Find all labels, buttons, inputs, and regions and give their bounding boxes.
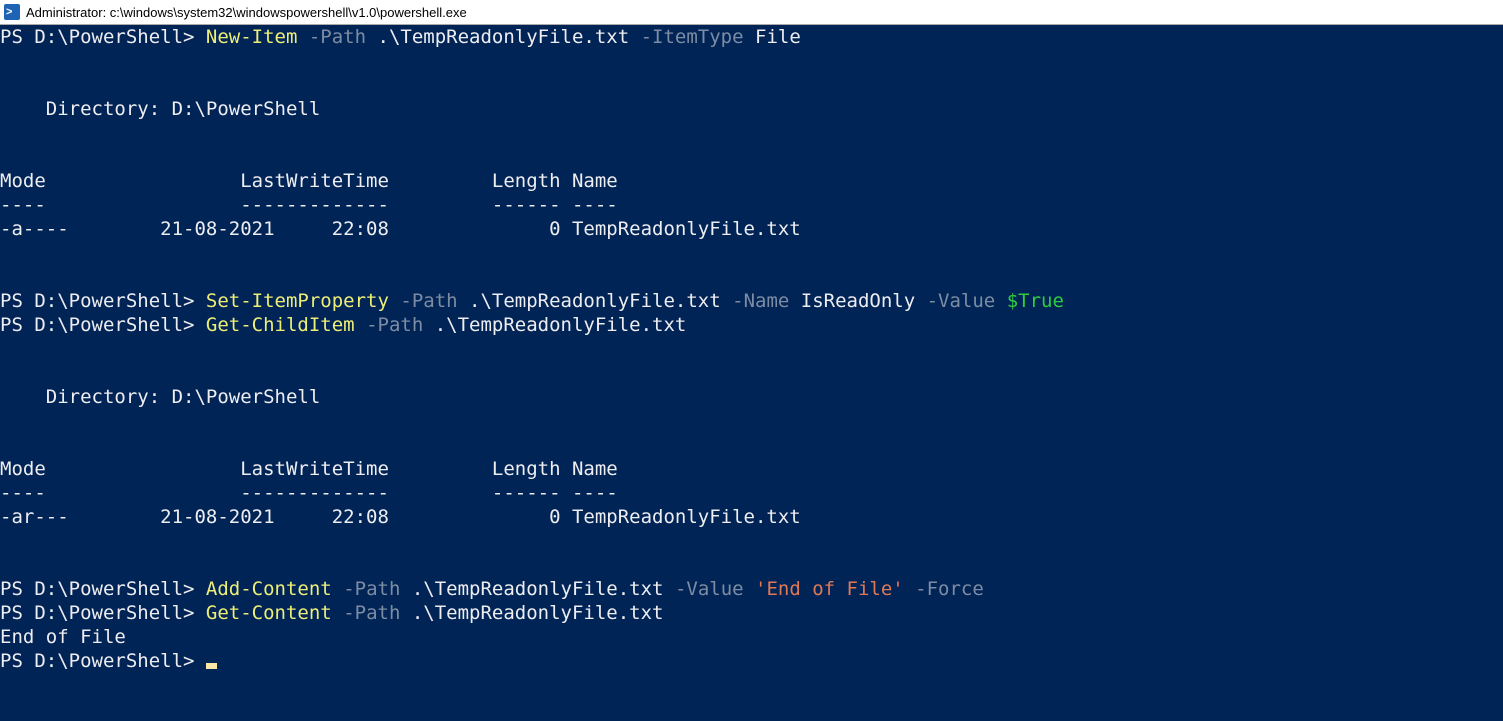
prompt: PS D:\PowerShell>	[0, 578, 206, 600]
output-directory: Directory: D:\PowerShell	[0, 98, 320, 120]
arg: .\TempReadonlyFile.txt	[400, 602, 663, 624]
param: -Path	[389, 290, 458, 312]
param: -Force	[904, 578, 984, 600]
param: -Path	[332, 578, 401, 600]
output-line: End of File	[0, 626, 126, 648]
table-header: Mode LastWriteTime Length Name	[0, 458, 618, 480]
prompt: PS D:\PowerShell>	[0, 314, 206, 336]
table-header: Mode LastWriteTime Length Name	[0, 170, 618, 192]
table-row: -ar--- 21-08-2021 22:08 0 TempReadonlyFi…	[0, 506, 801, 528]
arg: File	[744, 26, 801, 48]
prompt: PS D:\PowerShell>	[0, 26, 206, 48]
table-row: -a---- 21-08-2021 22:08 0 TempReadonlyFi…	[0, 218, 801, 240]
param: -Name	[721, 290, 790, 312]
param: -ItemType	[629, 26, 743, 48]
prompt: PS D:\PowerShell>	[0, 290, 206, 312]
powershell-icon	[4, 4, 20, 20]
terminal-area[interactable]: PS D:\PowerShell> New-Item -Path .\TempR…	[0, 25, 1503, 721]
param: -Value	[664, 578, 744, 600]
param: -Path	[297, 26, 366, 48]
param: -Value	[915, 290, 995, 312]
string-literal: 'End of File'	[744, 578, 904, 600]
cmdlet: New-Item	[206, 26, 298, 48]
cursor	[206, 663, 217, 669]
arg: .\TempReadonlyFile.txt	[423, 314, 686, 336]
cmdlet: Set-ItemProperty	[206, 290, 389, 312]
cmdlet: Get-ChildItem	[206, 314, 355, 336]
cmdlet: Get-Content	[206, 602, 332, 624]
arg: .\TempReadonlyFile.txt	[458, 290, 721, 312]
window-title: Administrator: c:\windows\system32\windo…	[26, 5, 467, 20]
arg: .\TempReadonlyFile.txt	[366, 26, 629, 48]
param: -Path	[355, 314, 424, 336]
cmdlet: Add-Content	[206, 578, 332, 600]
arg: IsReadOnly	[789, 290, 915, 312]
prompt: PS D:\PowerShell>	[0, 602, 206, 624]
variable: $True	[995, 290, 1064, 312]
table-separator: ---- ------------- ------ ----	[0, 194, 618, 216]
table-separator: ---- ------------- ------ ----	[0, 482, 618, 504]
param: -Path	[332, 602, 401, 624]
prompt: PS D:\PowerShell>	[0, 650, 206, 672]
arg: .\TempReadonlyFile.txt	[400, 578, 663, 600]
output-directory: Directory: D:\PowerShell	[0, 386, 320, 408]
window-titlebar[interactable]: Administrator: c:\windows\system32\windo…	[0, 0, 1503, 25]
